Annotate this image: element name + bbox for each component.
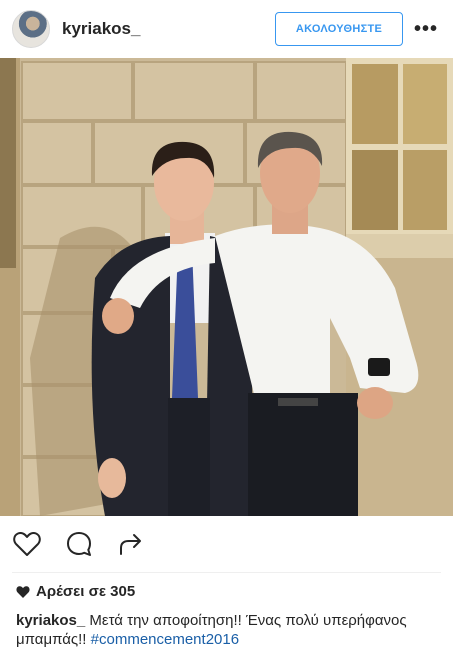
post-caption: kyriakos_ Μετά την αποφοίτηση!! Ένας πολ… xyxy=(16,611,446,649)
post-header: kyriakos_ ΑΚΟΛΟΥΘΗΣΤΕ ••• xyxy=(0,0,453,58)
heart-outline-icon[interactable] xyxy=(12,529,42,559)
avatar[interactable] xyxy=(12,10,50,48)
more-options-icon[interactable]: ••• xyxy=(409,12,443,46)
share-arrow-icon[interactable] xyxy=(116,529,146,559)
post-photo[interactable] xyxy=(0,58,453,516)
heart-filled-icon xyxy=(16,585,30,598)
follow-button[interactable]: ΑΚΟΛΟΥΘΗΣΤΕ xyxy=(275,12,403,46)
caption-username[interactable]: kyriakos_ xyxy=(16,612,85,629)
username[interactable]: kyriakos_ xyxy=(62,19,275,39)
comment-bubble-icon[interactable] xyxy=(64,529,94,559)
action-bar xyxy=(0,516,453,572)
like-count[interactable]: Αρέσει σε 305 xyxy=(16,583,135,600)
like-count-text: Αρέσει σε 305 xyxy=(36,583,136,600)
divider xyxy=(12,572,441,573)
caption-hashtag[interactable]: #commencement2016 xyxy=(91,631,239,648)
photo-illustration xyxy=(0,58,453,516)
